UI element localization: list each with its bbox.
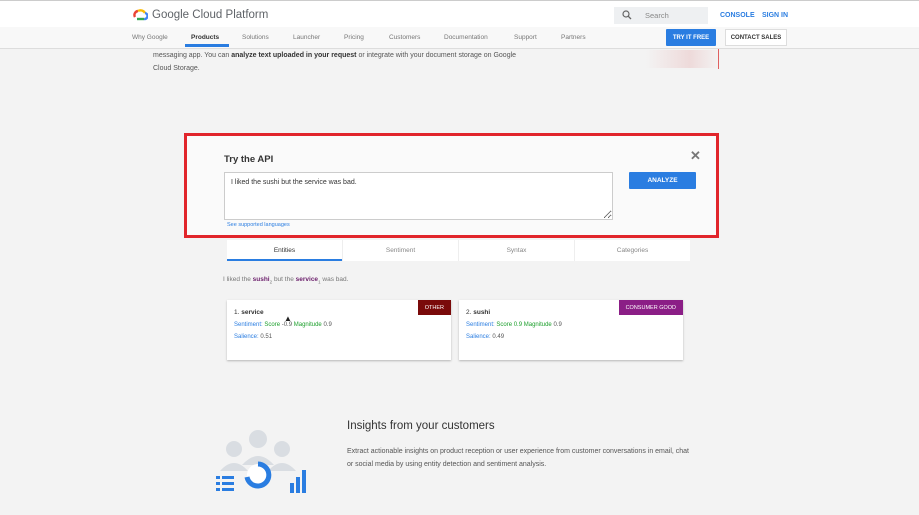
tab-entities[interactable]: Entities bbox=[227, 240, 343, 261]
entity-sentiment: Sentiment: Score 0.9 Magnitude 0.9 bbox=[466, 322, 562, 328]
nav-support[interactable]: Support bbox=[514, 34, 537, 41]
google-cloud-logo-icon bbox=[133, 8, 149, 21]
mouse-pointer-icon: ▲ bbox=[284, 314, 292, 323]
result-tabs: Entities Sentiment Syntax Categories bbox=[227, 240, 690, 261]
entity-title: service bbox=[241, 309, 264, 316]
insights-title: Insights from your customers bbox=[347, 420, 495, 432]
entity-highlight-service[interactable]: service bbox=[296, 276, 318, 283]
intro-emphasis: analyze text uploaded in your request bbox=[231, 52, 357, 59]
entity-index: 1. bbox=[234, 309, 240, 316]
sentence-part: but the bbox=[272, 276, 296, 283]
magnitude-label: Magnitude bbox=[293, 322, 322, 328]
insights-description: Extract actionable insights on product r… bbox=[347, 448, 690, 468]
tab-categories[interactable]: Categories bbox=[575, 240, 690, 261]
search-icon bbox=[622, 7, 636, 25]
entity-type-badge: OTHER bbox=[417, 300, 451, 315]
nav-active-indicator bbox=[185, 44, 229, 47]
customer-insights-illustration bbox=[214, 425, 314, 497]
decorative-strip bbox=[646, 50, 719, 68]
sentence-part: I liked the bbox=[223, 276, 253, 283]
entity-title: sushi bbox=[473, 309, 491, 316]
score-label: Score bbox=[496, 322, 513, 328]
salience-value: 0.49 bbox=[492, 334, 505, 340]
nav-customers[interactable]: Customers bbox=[389, 34, 420, 41]
salience-value: 0.51 bbox=[260, 334, 273, 340]
logo-text: Google Cloud Platform bbox=[152, 8, 269, 21]
salience-label: Salience: bbox=[234, 334, 259, 340]
score-value: 0.9 bbox=[513, 322, 523, 328]
entity-sentiment: Sentiment: Score -0.9 Magnitude 0.9 bbox=[234, 322, 332, 328]
nav-partners[interactable]: Partners bbox=[561, 34, 586, 41]
entity-card: 1. service OTHER Sentiment: Score -0.9 M… bbox=[227, 300, 451, 360]
tab-sentiment[interactable]: Sentiment bbox=[343, 240, 459, 261]
intro-paragraph: messaging app. You can analyze text uplo… bbox=[153, 49, 553, 75]
entity-highlight-sushi[interactable]: sushi bbox=[253, 276, 270, 283]
try-api-title: Try the API bbox=[224, 154, 274, 165]
score-label: Score bbox=[264, 322, 281, 328]
nav-launcher[interactable]: Launcher bbox=[293, 34, 320, 41]
entity-card: 2. sushi CONSUMER GOOD Sentiment: Score … bbox=[459, 300, 683, 360]
intro-text: messaging app. You can bbox=[153, 52, 232, 59]
gcp-logo[interactable]: Google Cloud Platform bbox=[133, 8, 268, 21]
intro-text-line2: Cloud Storage. bbox=[153, 65, 200, 72]
tab-syntax[interactable]: Syntax bbox=[459, 240, 575, 261]
try-api-panel: Try the API ✕ I liked the sushi but the … bbox=[184, 133, 719, 238]
search-placeholder: Search bbox=[645, 11, 669, 20]
nav-documentation[interactable]: Documentation bbox=[444, 34, 488, 41]
entity-salience: Salience: 0.51 bbox=[234, 334, 272, 340]
sentiment-label: Sentiment: bbox=[234, 322, 263, 328]
intro-text-rest: or integrate with your document storage … bbox=[356, 52, 517, 59]
nav-pricing[interactable]: Pricing bbox=[344, 34, 364, 41]
entity-name: 1. service bbox=[234, 309, 264, 316]
supported-languages-link[interactable]: See supported languages bbox=[227, 222, 290, 228]
annotated-sentence: I liked the sushi2 but the service1 was … bbox=[223, 276, 348, 284]
search-input[interactable]: Search bbox=[614, 7, 708, 24]
entity-type-badge: CONSUMER GOOD bbox=[618, 300, 683, 315]
try-it-free-button[interactable]: TRY IT FREE bbox=[666, 29, 716, 46]
magnitude-label: Magnitude bbox=[523, 322, 552, 328]
close-icon[interactable]: ✕ bbox=[690, 148, 701, 164]
entity-name: 2. sushi bbox=[466, 309, 490, 316]
contact-sales-button[interactable]: CONTACT SALES bbox=[725, 29, 787, 46]
salience-label: Salience: bbox=[466, 334, 491, 340]
top-bar: Google Cloud Platform Search CONSOLE SIG… bbox=[0, 0, 919, 27]
sentiment-label: Sentiment: bbox=[466, 322, 495, 328]
magnitude-value: 0.9 bbox=[553, 322, 562, 328]
analyze-button[interactable]: ANALYZE bbox=[629, 172, 696, 189]
nav-products[interactable]: Products bbox=[191, 34, 219, 41]
decorative-divider bbox=[718, 49, 719, 69]
console-link[interactable]: CONSOLE bbox=[720, 12, 755, 19]
entity-salience: Salience: 0.49 bbox=[466, 334, 504, 340]
entity-index: 2. bbox=[466, 309, 472, 316]
sentence-part: was bad. bbox=[320, 276, 349, 283]
magnitude-value: 0.9 bbox=[323, 322, 332, 328]
nav-solutions[interactable]: Solutions bbox=[242, 34, 269, 41]
nav-why-google[interactable]: Why Google bbox=[132, 34, 168, 41]
api-text-input[interactable]: I liked the sushi but the service was ba… bbox=[224, 172, 613, 220]
sign-in-link[interactable]: SIGN IN bbox=[762, 12, 788, 19]
